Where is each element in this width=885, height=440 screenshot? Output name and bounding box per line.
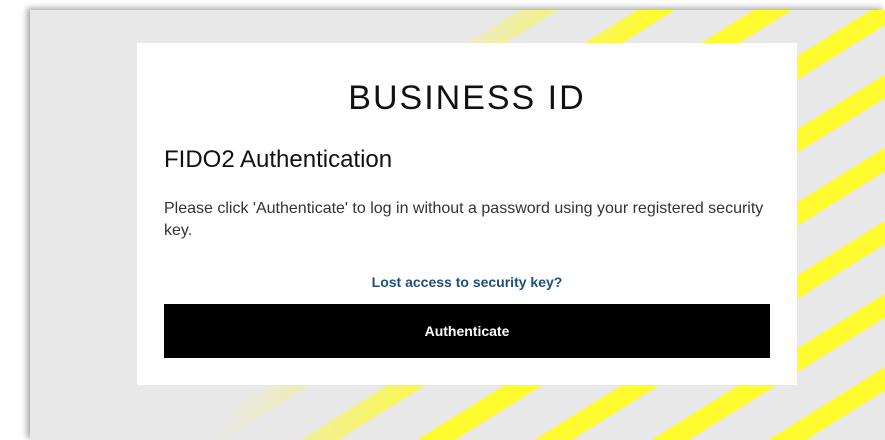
- authenticate-button[interactable]: Authenticate: [164, 304, 770, 358]
- lost-security-key-link[interactable]: Lost access to security key?: [137, 274, 797, 290]
- instructions-text: Please click 'Authenticate' to log in wi…: [164, 200, 764, 239]
- browser-viewport: BUSINESS ID FIDO2 Authentication Please …: [30, 10, 885, 440]
- login-card: BUSINESS ID FIDO2 Authentication Please …: [137, 43, 797, 385]
- brand-logo: BUSINESS ID: [348, 79, 586, 117]
- page-title: FIDO2 Authentication: [164, 146, 393, 173]
